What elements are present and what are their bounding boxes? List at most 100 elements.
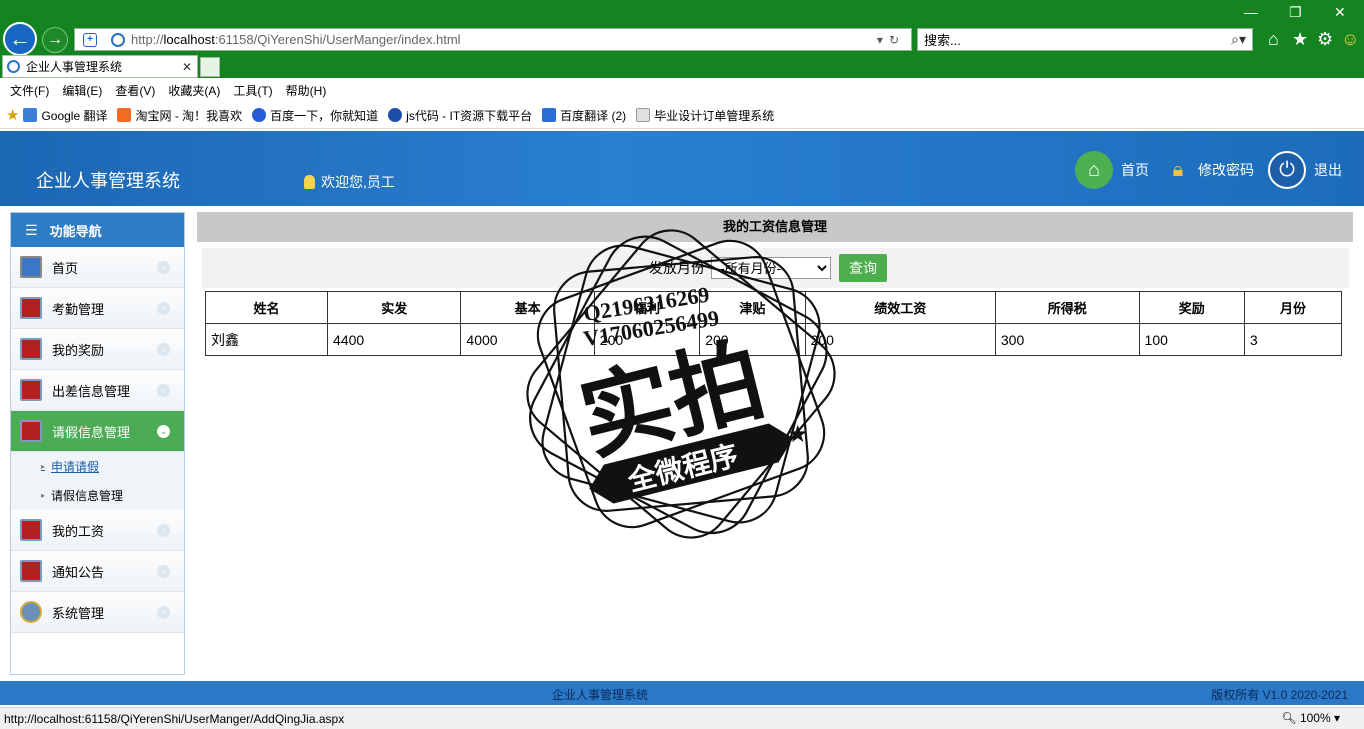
chevron-right-icon: › (157, 605, 170, 619)
chevron-right-icon: › (157, 260, 170, 274)
col-base: 基本 (460, 291, 595, 324)
col-month: 月份 (1243, 291, 1343, 324)
sidebar-item-home[interactable]: 首页 › (11, 247, 184, 288)
query-button[interactable]: 查询 (839, 254, 887, 282)
menu-edit[interactable]: 编辑(E) (62, 82, 102, 99)
sidebar-item-rewards[interactable]: 我的奖励 › (11, 329, 184, 370)
col-income-tax: 所得税 (994, 291, 1140, 324)
tab-strip: 企业人事管理系统 ✕ (0, 55, 1364, 78)
sidebar-item-salary[interactable]: 我的工资 › (11, 510, 184, 551)
cell-net-pay: 4400 (327, 323, 462, 356)
forward-button[interactable]: → (42, 27, 68, 53)
welcome-message: 欢迎您,员工 (304, 172, 395, 192)
sidebar-item-business-trip[interactable]: 出差信息管理 › (11, 370, 184, 411)
menu-favorites[interactable]: 收藏夹(A) (168, 82, 220, 99)
back-button[interactable]: ← (3, 22, 37, 56)
new-tab-button[interactable] (200, 57, 220, 77)
cell-performance: 200 (804, 323, 996, 356)
col-bonus: 奖励 (1138, 291, 1245, 324)
col-performance: 绩效工资 (804, 291, 996, 324)
pdf-icon (20, 338, 42, 360)
col-name: 姓名 (204, 291, 329, 324)
user-icon (304, 175, 315, 189)
logout-button[interactable]: ⏻ 退出 (1268, 151, 1342, 189)
page-icon (636, 108, 651, 122)
app-footer: 企业人事管理系统 版权所有 V1.0 2020-2021 (0, 681, 1364, 705)
filter-bar: 发放月份 --所有月份-- 查询 (202, 248, 1349, 288)
chevron-down-icon: ⌄ (157, 424, 170, 438)
footer-copyright: 版权所有 V1.0 2020-2021 (1211, 688, 1348, 702)
menu-file[interactable]: 文件(F) (10, 82, 49, 99)
pdf-icon (20, 420, 42, 442)
refresh-icon[interactable]: ▾↻ (877, 33, 905, 47)
pdf-icon (20, 379, 42, 401)
menu-tools[interactable]: 工具(T) (233, 82, 272, 99)
favorites-star-icon[interactable]: ★ (1292, 28, 1308, 50)
google-translate-icon (23, 108, 38, 122)
footer-title: 企业人事管理系统 (552, 688, 649, 702)
restore-icon[interactable]: ❐ (1289, 4, 1302, 21)
browser-titlebar: — ❐ ✕ ← → + http://localhost:61158/QiYer… (0, 0, 1364, 56)
smiley-feedback-icon[interactable]: ☺ (1341, 28, 1359, 50)
subitem-apply-leave[interactable]: ▸ 申请请假 (11, 452, 184, 480)
sidebar-item-system[interactable]: 系统管理 › (11, 592, 184, 633)
menu-help[interactable]: 帮助(H) (286, 82, 327, 99)
fav-graduation-project[interactable]: 毕业设计订单管理系统 (636, 107, 774, 124)
app-header: 企业人事管理系统 欢迎您,员工 ⌂ 首页 🔒︎ 修改密码 ⏻ 退出 (0, 131, 1364, 206)
taobao-icon (117, 108, 132, 122)
list-icon: ☰ (25, 221, 38, 238)
sidebar-item-attendance[interactable]: 考勤管理 › (11, 288, 184, 329)
monitor-icon (20, 256, 42, 278)
col-allowance: 津贴 (699, 291, 806, 324)
change-password-button[interactable]: 🔒︎ 修改密码 (1164, 151, 1254, 189)
cell-base: 4000 (460, 323, 595, 356)
fav-baidu-translate[interactable]: 百度翻译 (2) (542, 107, 626, 124)
month-select[interactable]: --所有月份-- (711, 257, 831, 279)
header-home-button[interactable]: ⌂ 首页 (1075, 151, 1149, 189)
welcome-text: 欢迎您,员工 (321, 174, 395, 190)
triangle-right-icon: ▸ (41, 461, 46, 471)
sidebar-item-notices[interactable]: 通知公告 › (11, 551, 184, 592)
table-row: 刘鑫 4400 4000 200 200 200 300 100 3 (204, 323, 1343, 356)
fav-jsdaima[interactable]: js代码 - IT资源下载平台 (388, 107, 532, 124)
chevron-right-icon: › (157, 342, 170, 356)
favorites-bar: ★ Google 翻译 淘宝网 - 淘！我喜欢 百度一下，你就知道 js代码 -… (0, 102, 1364, 129)
triangle-right-icon: ▸ (41, 490, 46, 500)
browser-tab-active[interactable]: 企业人事管理系统 ✕ (2, 55, 198, 78)
search-box[interactable]: 搜索... ⌕▾ (917, 28, 1253, 51)
pdf-icon (20, 519, 42, 541)
search-icon[interactable]: ⌕▾ (1231, 31, 1246, 48)
js-icon (388, 108, 403, 122)
address-bar[interactable]: + http://localhost:61158/QiYerenShi/User… (74, 28, 912, 51)
fav-taobao[interactable]: 淘宝网 - 淘！我喜欢 (117, 107, 242, 124)
baidu-translate-icon (542, 108, 557, 122)
month-filter-label: 发放月份 (649, 260, 705, 276)
settings-gear-icon[interactable]: ⚙ (1317, 28, 1333, 50)
zoom-control[interactable]: 🔍︎ 100% ▾ (1281, 711, 1340, 725)
cell-month: 3 (1243, 323, 1343, 356)
main-content: 我的工资信息管理 发放月份 --所有月份-- 查询 姓名 实发 基本 福利 津贴… (197, 212, 1353, 675)
address-url[interactable]: http://localhost:61158/QiYerenShi/UserMa… (131, 32, 877, 47)
sidebar-item-leave[interactable]: 请假信息管理 ⌄ (11, 411, 184, 452)
home-icon[interactable]: ⌂ (1268, 28, 1279, 50)
subitem-leave-management[interactable]: ▸ 请假信息管理 (11, 480, 184, 510)
chevron-right-icon: › (157, 523, 170, 537)
fav-baidu[interactable]: 百度一下，你就知道 (252, 107, 378, 124)
menu-view[interactable]: 查看(V) (115, 82, 155, 99)
chevron-right-icon: › (157, 383, 170, 397)
menu-bar: 文件(F) 编辑(E) 查看(V) 收藏夹(A) 工具(T) 帮助(H) (0, 78, 1364, 102)
site-compat-icon[interactable]: + (83, 32, 97, 47)
cell-name: 刘鑫 (204, 323, 329, 356)
fav-google-translate[interactable]: Google 翻译 (23, 107, 107, 124)
tab-title: 企业人事管理系统 (26, 60, 123, 74)
close-tab-icon[interactable]: ✕ (182, 60, 192, 74)
cell-bonus: 100 (1138, 323, 1245, 356)
close-window-icon[interactable]: ✕ (1334, 4, 1346, 21)
zoom-icon: 🔍︎ (1281, 711, 1297, 725)
table-header-row: 姓名 实发 基本 福利 津贴 绩效工资 所得税 奖励 月份 (204, 291, 1343, 324)
minimize-icon[interactable]: — (1244, 4, 1258, 20)
favorites-add-icon[interactable]: ★ (6, 106, 19, 124)
cell-allowance: 200 (699, 323, 806, 356)
search-input[interactable]: 搜索... (924, 30, 1231, 49)
power-icon: ⏻ (1268, 151, 1306, 189)
